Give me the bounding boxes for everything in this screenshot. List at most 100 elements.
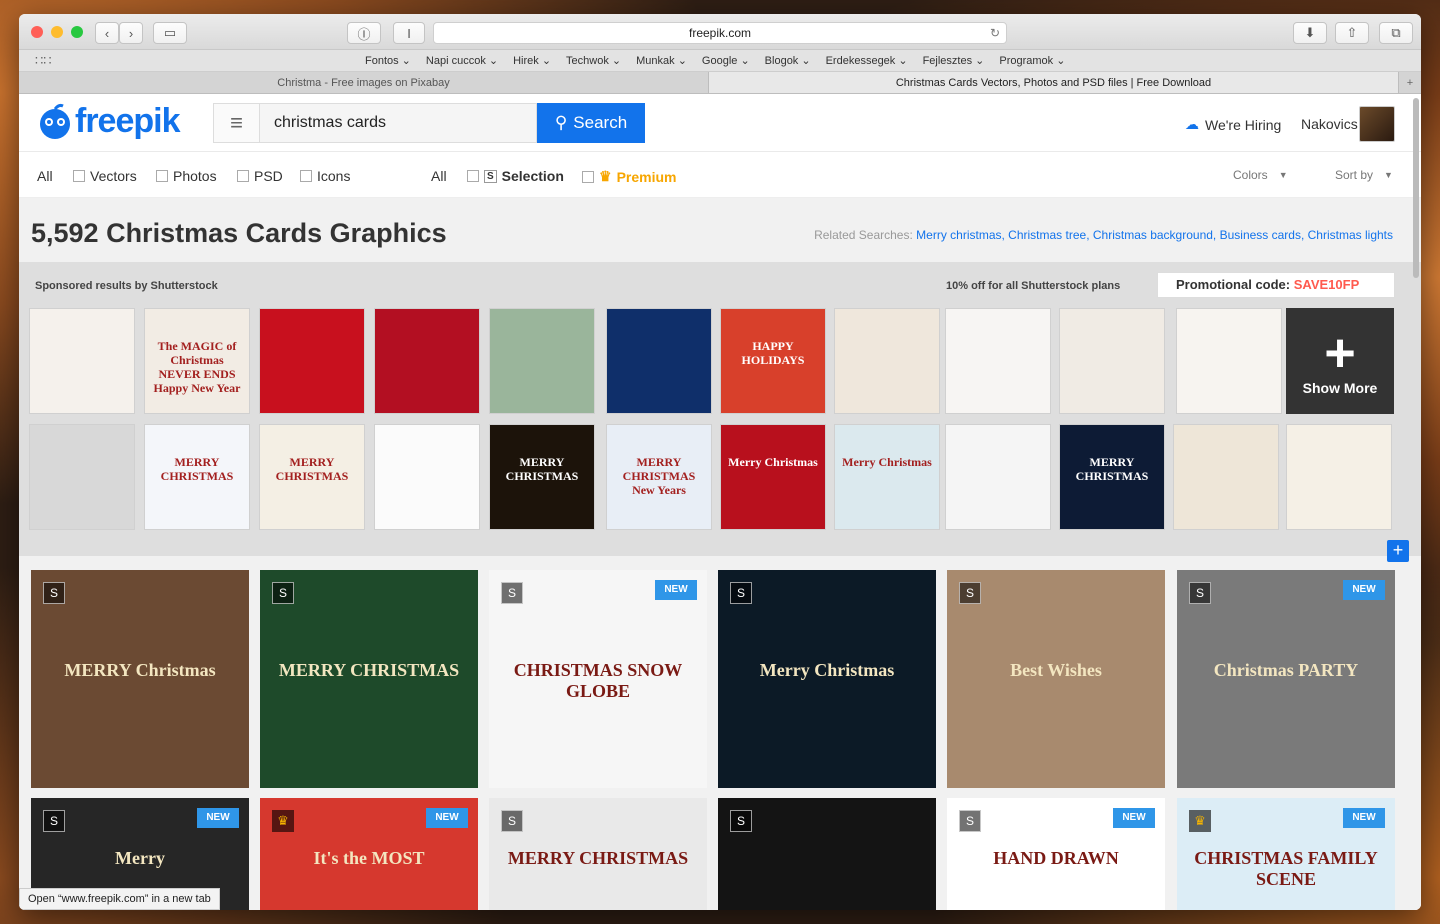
avatar[interactable] xyxy=(1359,106,1395,142)
sponsored-thumb[interactable] xyxy=(1173,424,1279,530)
scrollbar[interactable] xyxy=(1413,98,1419,278)
result-card[interactable]: S MERRY CHRISTMAS xyxy=(489,798,707,910)
forward-icon[interactable]: › xyxy=(119,22,143,44)
address-bar[interactable]: freepik.com ↻ xyxy=(433,22,1007,44)
username[interactable]: Nakovics xyxy=(1301,116,1358,132)
bookmark-blogok[interactable]: Blogok ⌄ xyxy=(765,54,811,67)
sponsored-thumb[interactable]: MERRY CHRISTMAS xyxy=(1059,424,1165,530)
related-link-christmas-background[interactable]: Christmas background, xyxy=(1093,228,1220,242)
filter-selection[interactable]: S Selection xyxy=(467,168,564,184)
related-link-business-cards[interactable]: Business cards, xyxy=(1220,228,1308,242)
search-button[interactable]: ⚲ Search xyxy=(537,103,645,143)
bookmark-erdekessegek[interactable]: Erdekessegek ⌄ xyxy=(826,54,908,67)
filter-vectors[interactable]: Vectors xyxy=(73,168,137,184)
result-card[interactable]: S Best Wishes xyxy=(947,570,1165,788)
search-input[interactable] xyxy=(259,103,537,143)
sort-label: Sort by xyxy=(1335,168,1374,182)
sponsored-thumb[interactable] xyxy=(374,308,480,414)
filter-psd[interactable]: PSD xyxy=(237,168,283,184)
filter-label: Photos xyxy=(173,168,217,184)
result-card[interactable]: S Merry Christmas xyxy=(718,570,936,788)
hiring-link[interactable]: ☁ We're Hiring xyxy=(1185,116,1281,133)
checkbox[interactable] xyxy=(467,170,479,182)
bookmark-fontos[interactable]: Fontos ⌄ xyxy=(365,54,411,67)
result-card[interactable]: S MERRY CHRISTMAS xyxy=(260,570,478,788)
thumb-text: MERRY CHRISTMAS xyxy=(505,455,579,483)
filter-icons[interactable]: Icons xyxy=(300,168,350,184)
tabs-overview-icon[interactable]: ⧉ xyxy=(1379,22,1413,44)
sponsored-thumb[interactable]: MERRY CHRISTMAS xyxy=(259,424,365,530)
freepik-logo[interactable]: freepik xyxy=(35,102,180,141)
reload-icon[interactable]: ↻ xyxy=(990,23,1000,43)
tab-freepik[interactable]: Christmas Cards Vectors, Photos and PSD … xyxy=(709,72,1399,93)
result-card[interactable]: S MERRY Christmas xyxy=(31,570,249,788)
colors-dropdown[interactable]: Colors ▼ xyxy=(1233,168,1288,182)
crown-icon: ♛ xyxy=(599,168,612,184)
sponsored-thumb[interactable] xyxy=(1176,308,1282,414)
sidebar-icon[interactable]: ▭ xyxy=(153,22,187,44)
sponsored-thumb[interactable]: MERRY CHRISTMAS xyxy=(144,424,250,530)
password-icon[interactable]: Ⓘ xyxy=(347,22,381,44)
sponsored-thumb[interactable]: The MAGIC of Christmas NEVER ENDS Happy … xyxy=(144,308,250,414)
result-card[interactable]: ♛ NEW It's the MOST xyxy=(260,798,478,910)
sponsored-thumb[interactable] xyxy=(259,308,365,414)
thumb-text: The MAGIC of Christmas NEVER ENDS Happy … xyxy=(153,339,241,395)
bookmark-google[interactable]: Google ⌄ xyxy=(702,54,750,67)
related-link-christmas-lights[interactable]: Christmas lights xyxy=(1308,228,1393,242)
show-more-button[interactable]: + Show More xyxy=(1286,308,1394,414)
sponsored-thumb[interactable] xyxy=(489,308,595,414)
checkbox[interactable] xyxy=(156,170,168,182)
selection-badge-icon: S xyxy=(501,582,523,604)
sponsored-thumb[interactable] xyxy=(1286,424,1392,530)
bookmark-techwok[interactable]: Techwok ⌄ xyxy=(566,54,621,67)
bookmark-programok[interactable]: Programok ⌄ xyxy=(999,54,1065,67)
sponsored-thumb[interactable] xyxy=(945,424,1051,530)
downloads-icon[interactable]: ⬇ xyxy=(1293,22,1327,44)
sponsored-thumb[interactable] xyxy=(945,308,1051,414)
new-tab-button[interactable]: + xyxy=(1399,72,1421,93)
reader-icon[interactable]: I xyxy=(393,22,425,44)
checkbox[interactable] xyxy=(73,170,85,182)
grid-icon[interactable]: ∷∷ xyxy=(35,53,52,69)
filter-all-types[interactable]: All xyxy=(37,168,53,184)
result-card[interactable]: S NEW HAND DRAWN xyxy=(947,798,1165,910)
tab-pixabay[interactable]: Christma - Free images on Pixabay xyxy=(19,72,709,93)
sponsored-thumb[interactable] xyxy=(834,308,940,414)
expand-plus-icon[interactable]: + xyxy=(1387,540,1409,562)
sponsored-thumb[interactable] xyxy=(374,424,480,530)
menu-icon[interactable]: ≡ xyxy=(213,103,259,143)
share-icon[interactable]: ⇧ xyxy=(1335,22,1369,44)
bookmark-napi-cuccok[interactable]: Napi cuccok ⌄ xyxy=(426,54,498,67)
sponsored-thumb[interactable]: MERRY CHRISTMAS New Years xyxy=(606,424,712,530)
sponsored-thumb[interactable]: MERRY CHRISTMAS xyxy=(489,424,595,530)
related-link-merry-christmas[interactable]: Merry christmas, xyxy=(916,228,1008,242)
checkbox[interactable] xyxy=(237,170,249,182)
sort-dropdown[interactable]: Sort by ▼ xyxy=(1335,168,1393,182)
sponsored-thumb[interactable] xyxy=(29,308,135,414)
sponsored-thumb[interactable] xyxy=(29,424,135,530)
result-card[interactable]: S NEW Christmas PARTY xyxy=(1177,570,1395,788)
result-card[interactable]: ♛ NEW CHRISTMAS FAMILY SCENE xyxy=(1177,798,1395,910)
promo-code-box[interactable]: Promotional code: SAVE10FP xyxy=(1157,272,1395,298)
related-link-christmas-tree[interactable]: Christmas tree, xyxy=(1008,228,1093,242)
checkbox[interactable] xyxy=(300,170,312,182)
checkbox[interactable] xyxy=(582,170,594,183)
filter-all-licence[interactable]: All xyxy=(431,168,447,184)
sponsored-thumb[interactable]: Merry Christmas xyxy=(834,424,940,530)
filter-premium[interactable]: ♛ Premium xyxy=(582,168,676,185)
bookmark-munkak[interactable]: Munkak ⌄ xyxy=(636,54,687,67)
close-window-button[interactable] xyxy=(31,26,43,38)
bookmark-fejlesztes[interactable]: Fejlesztes ⌄ xyxy=(923,54,985,67)
sponsored-thumb[interactable]: Merry Christmas xyxy=(720,424,826,530)
bookmark-hirek[interactable]: Hirek ⌄ xyxy=(513,54,551,67)
filter-photos[interactable]: Photos xyxy=(156,168,217,184)
back-icon[interactable]: ‹ xyxy=(95,22,119,44)
result-card[interactable]: S xyxy=(718,798,936,910)
sponsored-label: Sponsored results by Shutterstock xyxy=(35,280,218,292)
sponsored-thumb[interactable] xyxy=(606,308,712,414)
result-card[interactable]: S NEW CHRISTMAS SNOW GLOBE xyxy=(489,570,707,788)
zoom-window-button[interactable] xyxy=(71,26,83,38)
sponsored-thumb[interactable]: HAPPY HOLIDAYS xyxy=(720,308,826,414)
minimize-window-button[interactable] xyxy=(51,26,63,38)
sponsored-thumb[interactable] xyxy=(1059,308,1165,414)
